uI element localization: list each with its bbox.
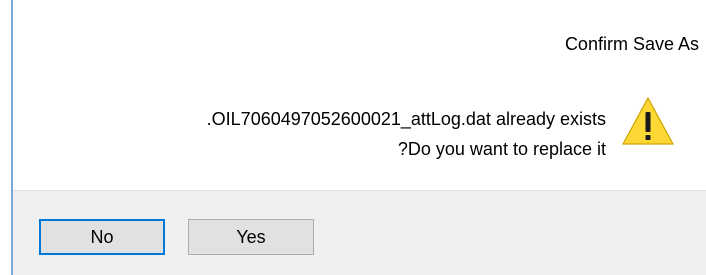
warning-icon (620, 94, 676, 150)
window-left-edge (0, 0, 13, 275)
message-line-replace-question: ?Do you want to replace it (397, 139, 606, 159)
confirm-save-as-dialog: Confirm Save As .OIL7060497052600021_att… (0, 0, 706, 275)
warning-icon-graphic (621, 96, 675, 145)
no-button[interactable]: No (39, 219, 165, 255)
yes-button[interactable]: Yes (188, 219, 314, 255)
dialog-button-bar: No Yes (13, 190, 706, 275)
dialog-message: .OIL7060497052600021_attLog.dat already … (207, 104, 606, 164)
message-line-file-exists: .OIL7060497052600021_attLog.dat already … (206, 109, 606, 129)
dialog-title: Confirm Save As (564, 34, 699, 54)
